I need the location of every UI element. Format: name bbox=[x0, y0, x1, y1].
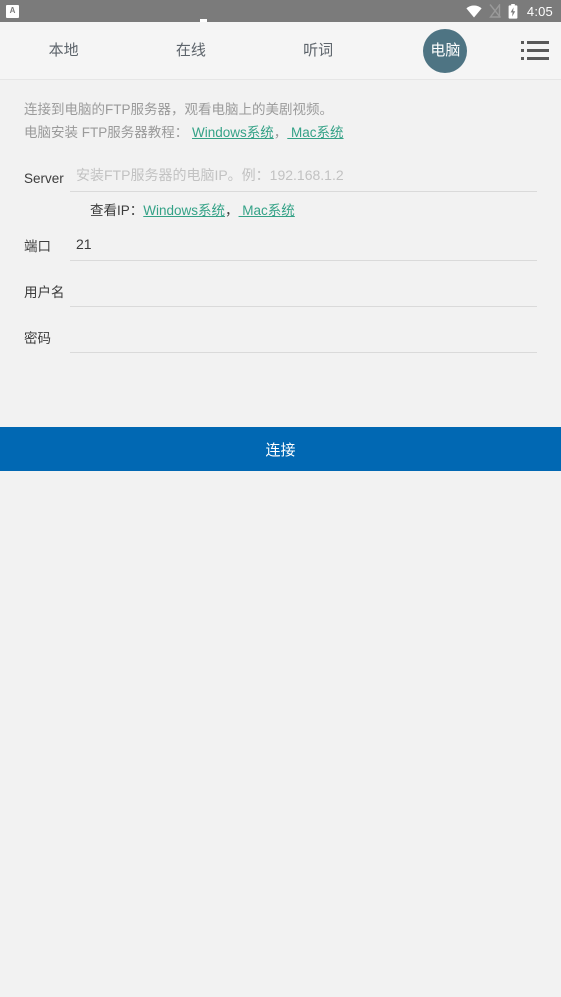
tab-bar: 本地 在线 听词 电脑 bbox=[0, 22, 509, 79]
password-label: 密码 bbox=[24, 331, 51, 346]
intro-line-2: 电脑安装 FTP服务器教程： Windows系统， Mac系统 bbox=[24, 121, 537, 144]
field-username[interactable]: 用户名 bbox=[24, 273, 537, 307]
tab-computer-label: 电脑 bbox=[423, 28, 468, 73]
password-input[interactable] bbox=[70, 329, 537, 353]
tab-online[interactable]: 在线 bbox=[127, 22, 254, 80]
field-password[interactable]: 密码 bbox=[24, 319, 537, 353]
server-label: Server bbox=[24, 171, 64, 186]
empty-area bbox=[0, 471, 561, 984]
port-input[interactable]: 21 bbox=[70, 234, 537, 261]
status-bar-left: A bbox=[6, 4, 466, 18]
wifi-icon bbox=[466, 5, 482, 18]
top-toolbar: 本地 在线 听词 电脑 bbox=[0, 22, 561, 80]
port-label: 端口 bbox=[24, 239, 51, 254]
intro-separator: ， bbox=[273, 125, 288, 140]
server-help-note: 查看IP：Windows系统， Mac系统 bbox=[24, 192, 537, 219]
check-ip-windows-link[interactable]: Windows系统 bbox=[143, 203, 225, 218]
intro-section: 连接到电脑的FTP服务器，观看电脑上的美剧视频。 电脑安装 FTP服务器教程： … bbox=[0, 80, 561, 144]
check-ip-mac-link[interactable]: Mac系统 bbox=[239, 203, 295, 218]
main-content: 连接到电脑的FTP服务器，观看电脑上的美剧视频。 电脑安装 FTP服务器教程： … bbox=[0, 80, 561, 984]
intro-line-1: 连接到电脑的FTP服务器，观看电脑上的美剧视频。 bbox=[24, 102, 333, 117]
intro-tutorial-prefix: 电脑安装 FTP服务器教程： bbox=[24, 125, 189, 140]
form-bottom-spacer bbox=[0, 353, 561, 427]
tab-local[interactable]: 本地 bbox=[0, 22, 127, 80]
battery-charging-icon bbox=[508, 3, 518, 19]
server-input[interactable]: 安装FTP服务器的电脑IP。例：192.168.1.2 bbox=[70, 165, 537, 192]
status-bar-right: 4:05 bbox=[466, 3, 553, 19]
username-input[interactable] bbox=[70, 283, 537, 307]
server-help-separator: ， bbox=[225, 203, 239, 218]
status-bar-clock: 4:05 bbox=[526, 3, 553, 19]
signal-off-icon bbox=[488, 4, 501, 18]
connect-button[interactable]: 连接 bbox=[0, 427, 561, 471]
app-notification-icon: A bbox=[6, 4, 19, 18]
tutorial-mac-link[interactable]: Mac系统 bbox=[287, 125, 344, 140]
field-port[interactable]: 端口 21 bbox=[24, 227, 537, 261]
hamburger-list-icon[interactable] bbox=[509, 22, 561, 80]
tutorial-windows-link[interactable]: Windows系统 bbox=[192, 125, 274, 140]
username-label: 用户名 bbox=[24, 285, 65, 300]
server-help-prefix: 查看IP： bbox=[90, 203, 144, 218]
ftp-connection-form: Server 安装FTP服务器的电脑IP。例：192.168.1.2 查看IP：… bbox=[0, 144, 561, 353]
status-bar: A 4:05 bbox=[0, 0, 561, 23]
tab-listen[interactable]: 听词 bbox=[255, 22, 382, 80]
field-server[interactable]: Server 安装FTP服务器的电脑IP。例：192.168.1.2 bbox=[24, 158, 537, 192]
